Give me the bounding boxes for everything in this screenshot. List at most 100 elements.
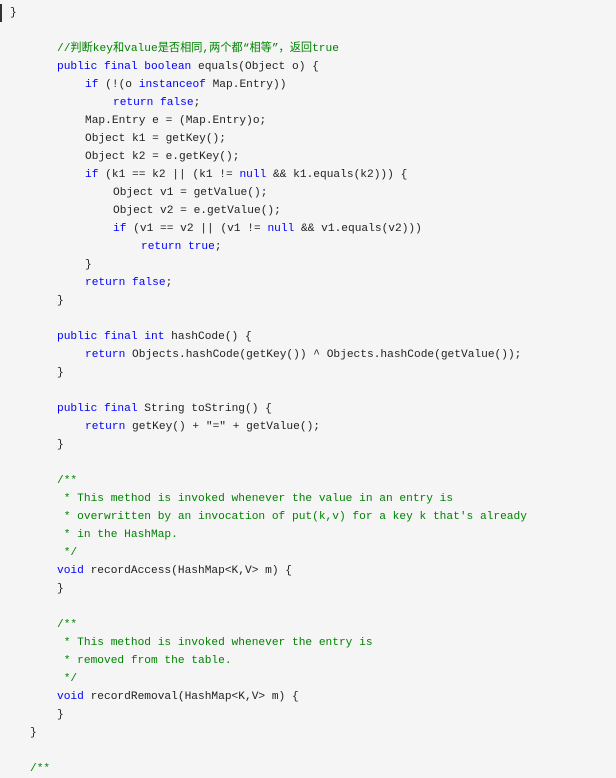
code-line: public final int hashCode() { bbox=[0, 328, 527, 346]
keyword-token: if bbox=[113, 223, 127, 235]
code-line: Map.Entry e = (Map.Entry)o; bbox=[0, 112, 527, 130]
code-line: //判断key和value是否相同,两个都“相等”，返回true bbox=[0, 40, 527, 58]
code-token: recordAccess(HashMap<K,V> m) { bbox=[83, 565, 292, 577]
code-token: } bbox=[57, 709, 64, 721]
code-token: Object v1 = getValue(); bbox=[113, 187, 268, 199]
code-token: Map.Entry)) bbox=[205, 79, 287, 91]
code-token: (k1 == k2 || (k1 != bbox=[98, 169, 240, 181]
code-token: } bbox=[10, 7, 17, 19]
comment-token: /** bbox=[57, 475, 78, 487]
code-line: } bbox=[0, 364, 527, 382]
code-token: Object k2 = e.getKey(); bbox=[85, 151, 240, 163]
code-line: } bbox=[0, 256, 527, 274]
code-token: } bbox=[57, 583, 64, 595]
code-line: public final boolean equals(Object o) { bbox=[0, 58, 527, 76]
code-token: Map.Entry e = (Map.Entry)o; bbox=[85, 115, 267, 127]
code-line: return true; bbox=[0, 238, 527, 256]
code-line: } bbox=[0, 436, 527, 454]
keyword-token: public final bbox=[57, 403, 138, 415]
code-line: * in the HashMap. bbox=[0, 526, 527, 544]
code-line: public final String toString() { bbox=[0, 400, 527, 418]
comment-token: */ bbox=[57, 547, 78, 559]
code-line: if (!(o instanceof Map.Entry)) bbox=[0, 76, 527, 94]
code-token: recordRemoval(HashMap<K,V> m) { bbox=[83, 691, 299, 703]
code-line: */ bbox=[0, 544, 527, 562]
code-line: } bbox=[0, 706, 527, 724]
code-line: } bbox=[0, 580, 527, 598]
comment-token: */ bbox=[57, 673, 78, 685]
code-token: } bbox=[57, 295, 64, 307]
code-line: Object v1 = getValue(); bbox=[0, 184, 527, 202]
code-token: ; bbox=[214, 241, 222, 253]
keyword-token: instanceof bbox=[138, 79, 206, 91]
code-line: Object v2 = e.getValue(); bbox=[0, 202, 527, 220]
code-token: (!(o bbox=[98, 79, 139, 91]
code-line: void recordRemoval(HashMap<K,V> m) { bbox=[0, 688, 527, 706]
code-token: equals(Object o) { bbox=[191, 61, 319, 73]
code-line: * overwritten by an invocation of put(k,… bbox=[0, 508, 527, 526]
keyword-token: return false bbox=[85, 277, 166, 289]
code-line: /** bbox=[0, 616, 527, 634]
keyword-token: public final int bbox=[57, 331, 165, 343]
code-line: return false; bbox=[0, 94, 527, 112]
code-lines: } //判断key和value是否相同,两个都“相等”，返回true public … bbox=[0, 4, 527, 778]
keyword-token: null bbox=[239, 169, 267, 181]
keyword-token: return false bbox=[113, 97, 194, 109]
code-token: Object k1 = getKey(); bbox=[85, 133, 226, 145]
comment-token: * removed from the table. bbox=[57, 655, 232, 667]
code-line: } bbox=[0, 4, 527, 22]
keyword-token: if bbox=[85, 169, 99, 181]
comment-token: * This method is invoked whenever the va… bbox=[57, 493, 454, 505]
code-token: (v1 == v2 || (v1 != bbox=[126, 223, 268, 235]
code-token: && v1.equals(v2))) bbox=[294, 223, 422, 235]
code-token: } bbox=[30, 727, 37, 739]
code-token: String toString() { bbox=[137, 403, 272, 415]
comment-token: * This method is invoked whenever the en… bbox=[57, 637, 373, 649]
code-line: if (v1 == v2 || (v1 != null && v1.equals… bbox=[0, 220, 527, 238]
code-line: return false; bbox=[0, 274, 527, 292]
keyword-token: void bbox=[57, 691, 84, 703]
code-token: ; bbox=[193, 97, 201, 109]
keyword-token: return bbox=[85, 349, 126, 361]
code-line: * removed from the table. bbox=[0, 652, 527, 670]
keyword-token: public final boolean bbox=[57, 61, 192, 73]
comment-token: * in the HashMap. bbox=[57, 529, 178, 541]
code-line: Object k2 = e.getKey(); bbox=[0, 148, 527, 166]
code-token: Objects.hashCode(getKey()) ^ Objects.has… bbox=[125, 349, 522, 361]
code-token: } bbox=[85, 259, 92, 271]
comment-token: /** bbox=[30, 763, 51, 775]
keyword-token: return true bbox=[141, 241, 215, 253]
code-line: * This method is invoked whenever the va… bbox=[0, 490, 527, 508]
code-token: && k1.equals(k2))) { bbox=[266, 169, 408, 181]
code-token: ; bbox=[165, 277, 173, 289]
code-line: } bbox=[0, 724, 527, 742]
code-token: } bbox=[57, 367, 64, 379]
code-token: Object v2 = e.getValue(); bbox=[113, 205, 281, 217]
comment-token: //判断key和value是否相同,两个都“相等”，返回true bbox=[57, 43, 339, 55]
keyword-token: null bbox=[267, 223, 295, 235]
code-line: Object k1 = getKey(); bbox=[0, 130, 527, 148]
comment-token: * overwritten by an invocation of put(k,… bbox=[57, 511, 527, 523]
code-line: */ bbox=[0, 670, 527, 688]
code-block: } //判断key和value是否相同,两个都“相等”，返回true public … bbox=[0, 0, 616, 775]
code-token: } bbox=[57, 439, 64, 451]
code-token: getKey() + "=" + getValue(); bbox=[125, 421, 320, 433]
keyword-token: if bbox=[85, 79, 99, 91]
code-line: void recordAccess(HashMap<K,V> m) { bbox=[0, 562, 527, 580]
keyword-token: void bbox=[57, 565, 84, 577]
code-line: return Objects.hashCode(getKey()) ^ Obje… bbox=[0, 346, 527, 364]
code-line: * This method is invoked whenever the en… bbox=[0, 634, 527, 652]
code-line: /** bbox=[0, 472, 527, 490]
code-line: if (k1 == k2 || (k1 != null && k1.equals… bbox=[0, 166, 527, 184]
code-line: } bbox=[0, 292, 527, 310]
keyword-token: return bbox=[85, 421, 126, 433]
code-line: return getKey() + "=" + getValue(); bbox=[0, 418, 527, 436]
comment-token: /** bbox=[57, 619, 78, 631]
code-line: /** bbox=[0, 760, 527, 778]
code-token: hashCode() { bbox=[164, 331, 252, 343]
